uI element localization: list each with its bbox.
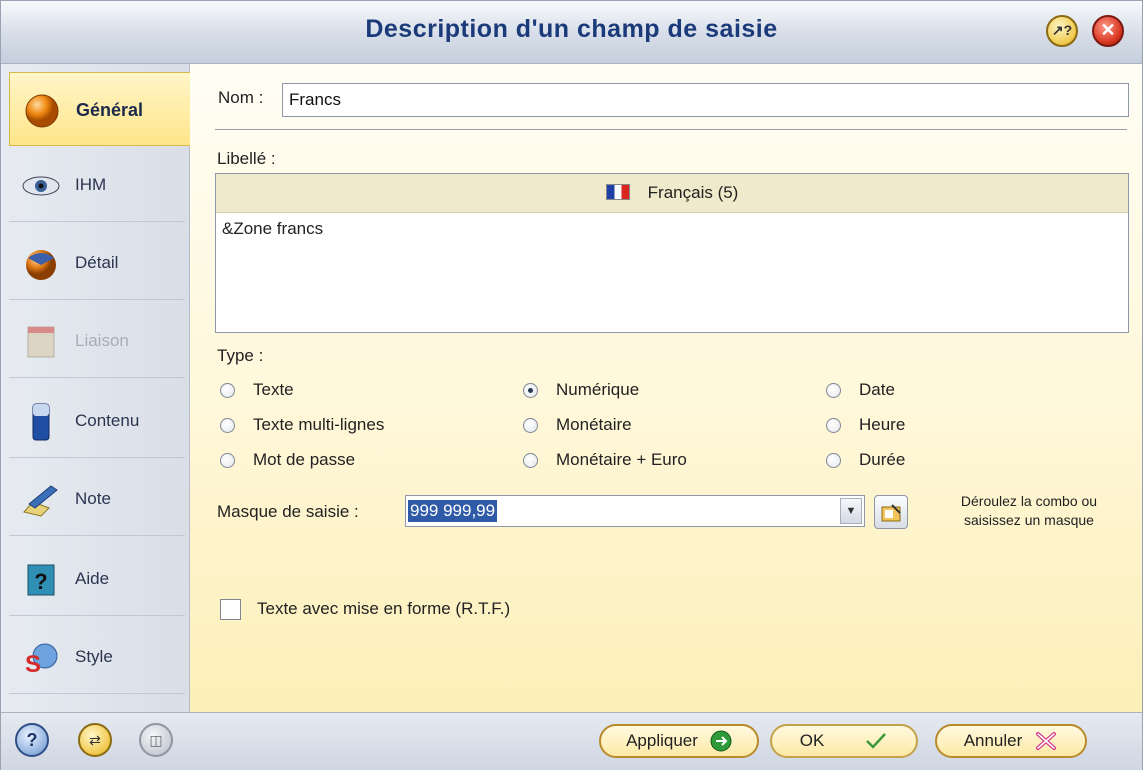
note-pen-icon bbox=[21, 480, 61, 520]
title-bar[interactable]: Description d'un champ de saisie ↗? ✕ bbox=[1, 1, 1142, 64]
svg-text:S: S bbox=[25, 651, 41, 676]
radio-button-icon bbox=[523, 417, 538, 433]
sidebar-item-general[interactable]: Général bbox=[9, 72, 191, 146]
eye-icon bbox=[21, 166, 61, 206]
close-icon: ✕ bbox=[1100, 20, 1116, 40]
annuler-button[interactable]: Annuler bbox=[935, 724, 1087, 758]
nom-input[interactable]: Francs bbox=[282, 83, 1129, 117]
radio-label: Monétaire bbox=[556, 415, 632, 434]
question-icon: ? bbox=[26, 729, 38, 750]
button-label: Appliquer bbox=[626, 731, 698, 750]
close-button[interactable]: ✕ bbox=[1092, 15, 1124, 47]
masque-hint: Déroulez la combo ou saisissez un masque bbox=[939, 492, 1119, 530]
french-flag-icon bbox=[605, 184, 630, 200]
masque-label: Masque de saisie : bbox=[217, 502, 359, 521]
nom-input-value: Francs bbox=[289, 90, 341, 109]
context-help-button[interactable]: ↗? bbox=[1046, 15, 1078, 47]
ok-button[interactable]: OK bbox=[770, 724, 918, 758]
mask-editor-button[interactable] bbox=[874, 495, 908, 529]
radio-texte[interactable]: Texte bbox=[220, 380, 294, 400]
window-title: Description d'un champ de saisie bbox=[365, 15, 778, 43]
sidebar-item-aide[interactable]: ? Aide bbox=[9, 542, 185, 616]
radio-button-icon bbox=[220, 382, 235, 398]
link-table-icon bbox=[21, 322, 61, 362]
help-pointer-icon: ↗? bbox=[1051, 22, 1073, 38]
cancel-x-icon bbox=[1036, 732, 1057, 750]
sidebar: Général IHM Détail Liaison Contenu Note … bbox=[1, 64, 191, 712]
section-divider bbox=[215, 129, 1127, 131]
radio-label: Monétaire + Euro bbox=[556, 450, 687, 469]
tools-button[interactable]: ⇄ bbox=[78, 723, 112, 757]
radio-button-icon bbox=[220, 417, 235, 433]
sidebar-item-note[interactable]: Note bbox=[9, 462, 185, 536]
sidebar-item-style[interactable]: S Style bbox=[9, 620, 185, 694]
svg-text:?: ? bbox=[34, 569, 47, 594]
apply-green-icon bbox=[710, 730, 732, 752]
database-cylinder-icon bbox=[21, 402, 61, 442]
orange-ball-icon bbox=[22, 91, 62, 131]
sidebar-item-label: Contenu bbox=[75, 411, 140, 430]
image-icon: ◫ bbox=[149, 731, 163, 748]
sidebar-item-label: Note bbox=[75, 489, 111, 508]
masque-hint-line: Déroulez la combo ou bbox=[960, 493, 1098, 509]
sidebar-item-liaison: Liaison bbox=[9, 304, 185, 378]
rtf-label: Texte avec mise en forme (R.T.F.) bbox=[257, 599, 511, 618]
bottom-bar: ? ⇄ ◫ Appliquer OK Annuler bbox=[1, 712, 1142, 770]
tools-icon: ⇄ bbox=[89, 731, 101, 748]
radio-monetaire[interactable]: Monétaire bbox=[523, 415, 632, 435]
radio-label: Heure bbox=[859, 415, 906, 434]
chevron-down-icon[interactable]: ▼ bbox=[840, 498, 862, 524]
radio-button-icon bbox=[826, 382, 841, 398]
radio-button-icon bbox=[826, 452, 841, 468]
radio-label: Date bbox=[859, 380, 895, 399]
radio-label: Durée bbox=[859, 450, 906, 469]
sidebar-item-label: Aide bbox=[75, 569, 110, 588]
libelle-box[interactable]: Français (5) &Zone francs bbox=[215, 173, 1129, 333]
radio-monetaire-euro[interactable]: Monétaire + Euro bbox=[523, 450, 687, 470]
libelle-text[interactable]: &Zone francs bbox=[222, 219, 323, 239]
radio-button-icon bbox=[523, 452, 538, 468]
radio-button-icon bbox=[826, 417, 841, 433]
radio-button-icon bbox=[220, 452, 235, 468]
detail-sphere-icon bbox=[21, 244, 61, 284]
nom-label: Nom : bbox=[218, 88, 264, 107]
image-button[interactable]: ◫ bbox=[139, 723, 173, 757]
libelle-language-header[interactable]: Français (5) bbox=[216, 174, 1128, 213]
sidebar-item-label: IHM bbox=[75, 175, 107, 194]
help-book-icon: ? bbox=[21, 560, 61, 600]
style-palette-icon: S bbox=[21, 638, 61, 678]
check-icon bbox=[866, 733, 887, 749]
sidebar-item-label: Détail bbox=[75, 253, 119, 272]
mask-wizard-icon bbox=[881, 504, 901, 522]
libelle-language: Français (5) bbox=[647, 183, 739, 202]
help-button[interactable]: ? bbox=[15, 723, 49, 757]
radio-numerique[interactable]: Numérique bbox=[523, 380, 639, 400]
radio-heure[interactable]: Heure bbox=[826, 415, 905, 435]
sidebar-item-label: Général bbox=[76, 100, 144, 120]
sidebar-item-ihm[interactable]: IHM bbox=[9, 148, 185, 222]
radio-duree[interactable]: Durée bbox=[826, 450, 905, 470]
radio-date[interactable]: Date bbox=[826, 380, 895, 400]
radio-label: Texte bbox=[253, 380, 294, 399]
button-label: Annuler bbox=[963, 731, 1023, 750]
rtf-checkbox[interactable] bbox=[220, 599, 241, 620]
radio-texte-multi-lignes[interactable]: Texte multi-lignes bbox=[220, 415, 384, 435]
libelle-label: Libellé : bbox=[217, 149, 276, 168]
radio-label: Numérique bbox=[556, 380, 640, 399]
sidebar-item-label: Liaison bbox=[75, 331, 129, 350]
dialog-window: Description d'un champ de saisie ↗? ✕ Gé… bbox=[0, 0, 1143, 770]
button-label: OK bbox=[799, 731, 825, 750]
masque-value: 999 999,99 bbox=[408, 500, 498, 522]
radio-label: Texte multi-lignes bbox=[253, 415, 385, 434]
sidebar-item-label: Style bbox=[75, 647, 113, 666]
appliquer-button[interactable]: Appliquer bbox=[599, 724, 759, 758]
sidebar-item-detail[interactable]: Détail bbox=[9, 226, 185, 300]
radio-label: Mot de passe bbox=[253, 450, 356, 469]
radio-mot-de-passe[interactable]: Mot de passe bbox=[220, 450, 355, 470]
type-label: Type : bbox=[217, 346, 264, 365]
radio-button-selected-icon bbox=[523, 382, 538, 398]
masque-combo[interactable]: 999 999,99 ▼ bbox=[405, 495, 865, 527]
sidebar-item-contenu[interactable]: Contenu bbox=[9, 384, 185, 458]
masque-hint-line: saisissez un masque bbox=[964, 512, 1094, 528]
